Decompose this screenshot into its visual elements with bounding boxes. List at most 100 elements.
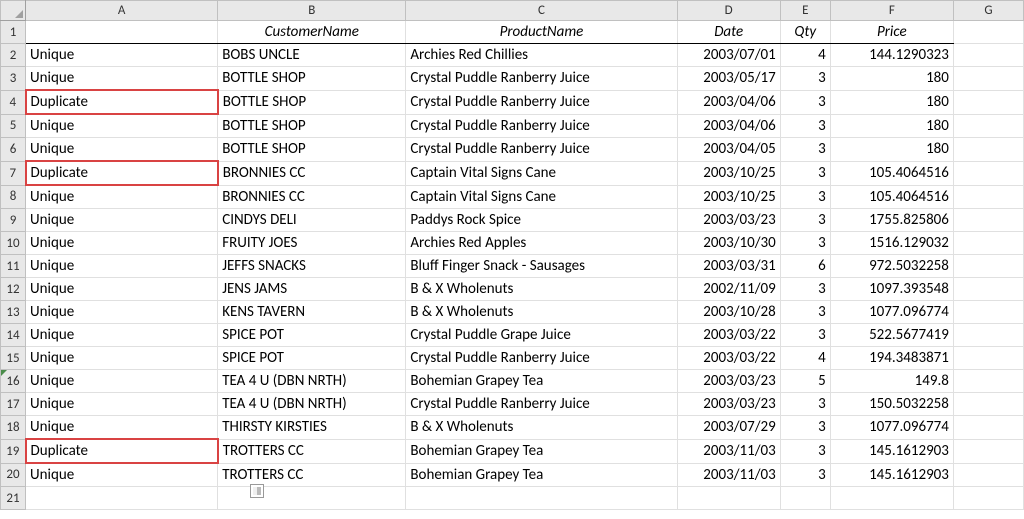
row-header-14[interactable]: 14	[1, 324, 26, 347]
cell-product[interactable]: Bohemian Grapey Tea	[406, 370, 677, 393]
cell-qty[interactable]: 3	[780, 393, 830, 416]
cell-price[interactable]: 180	[830, 67, 953, 91]
cell-price[interactable]: 972.5032258	[830, 255, 953, 278]
cell-qty[interactable]: 3	[780, 416, 830, 440]
cell-empty[interactable]	[953, 44, 1023, 67]
select-all-corner[interactable]	[1, 1, 26, 21]
cell-price[interactable]: 149.8	[830, 370, 953, 393]
cell-date[interactable]: 2003/05/17	[677, 67, 780, 91]
cell-customer[interactable]: BOBS UNCLE	[218, 44, 406, 67]
cell-qty[interactable]: 3	[780, 278, 830, 301]
cell-qty[interactable]: 3	[780, 90, 830, 114]
cell-qty[interactable]: 3	[780, 138, 830, 162]
cell-price[interactable]: 150.5032258	[830, 393, 953, 416]
cell-date[interactable]: 2003/11/03	[677, 463, 780, 487]
cell-price[interactable]: 194.3483871	[830, 347, 953, 370]
cell-qty[interactable]: 3	[780, 324, 830, 347]
cell-status[interactable]: Duplicate	[26, 90, 218, 114]
cell-product[interactable]: B & X Wholenuts	[406, 301, 677, 324]
column-header-F[interactable]: F	[830, 1, 953, 21]
cell-date[interactable]: 2003/03/31	[677, 255, 780, 278]
cell-status[interactable]: Unique	[26, 255, 218, 278]
cell-qty[interactable]: 5	[780, 370, 830, 393]
cell-status[interactable]: Unique	[26, 463, 218, 487]
cell-customer[interactable]: KENS TAVERN	[218, 301, 406, 324]
cell-date[interactable]: 2003/07/29	[677, 416, 780, 440]
row-header-11[interactable]: 11	[1, 255, 26, 278]
column-header-C[interactable]: C	[406, 1, 677, 21]
cell-empty[interactable]	[953, 487, 1023, 510]
cell-empty[interactable]	[953, 209, 1023, 232]
cell-customer[interactable]: CINDYS DELI	[218, 209, 406, 232]
cell-date[interactable]: 2003/10/30	[677, 232, 780, 255]
row-header-7[interactable]: 7	[1, 161, 26, 185]
cell-qty[interactable]: 3	[780, 209, 830, 232]
cell-price[interactable]: 144.1290323	[830, 44, 953, 67]
cell-customer[interactable]: BOTTLE SHOP	[218, 90, 406, 114]
cell-customer[interactable]: JENS JAMS	[218, 278, 406, 301]
spreadsheet-grid[interactable]: A B C D E F G 1CustomerNameProductNameDa…	[0, 0, 1024, 510]
cell-product[interactable]: Crystal Puddle Ranberry Juice	[406, 138, 677, 162]
cell-date[interactable]: 2003/03/23	[677, 370, 780, 393]
cell-status[interactable]: Unique	[26, 67, 218, 91]
cell-qty[interactable]: 3	[780, 301, 830, 324]
cell-product[interactable]: Captain Vital Signs Cane	[406, 185, 677, 209]
cell-status[interactable]: Unique	[26, 416, 218, 440]
cell-status[interactable]: Unique	[26, 393, 218, 416]
cell-empty[interactable]	[953, 347, 1023, 370]
cell-empty[interactable]	[953, 255, 1023, 278]
cell-price[interactable]: 1097.393548	[830, 278, 953, 301]
cell-qty[interactable]: 6	[780, 255, 830, 278]
cell-empty[interactable]	[218, 487, 406, 510]
cell-empty[interactable]	[953, 393, 1023, 416]
cell-price[interactable]: 105.4064516	[830, 185, 953, 209]
cell-date[interactable]: 2003/03/23	[677, 393, 780, 416]
cell-date[interactable]: 2003/04/06	[677, 90, 780, 114]
cell-empty[interactable]	[26, 487, 218, 510]
row-header-18[interactable]: 18	[1, 416, 26, 440]
cell-status[interactable]: Unique	[26, 347, 218, 370]
cell-product[interactable]: Captain Vital Signs Cane	[406, 161, 677, 185]
cell-customer[interactable]: SPICE POT	[218, 347, 406, 370]
cell-customer[interactable]: SPICE POT	[218, 324, 406, 347]
row-header-17[interactable]: 17	[1, 393, 26, 416]
row-header-1[interactable]: 1	[1, 21, 26, 44]
cell-customer[interactable]: JEFFS SNACKS	[218, 255, 406, 278]
cell-product[interactable]: Bohemian Grapey Tea	[406, 439, 677, 463]
cell-qty[interactable]: 3	[780, 185, 830, 209]
cell-empty[interactable]	[953, 370, 1023, 393]
row-header-9[interactable]: 9	[1, 209, 26, 232]
cell-G1[interactable]	[953, 21, 1023, 44]
cell-product[interactable]: Bluff Finger Snack - Sausages	[406, 255, 677, 278]
cell-date[interactable]: 2002/11/09	[677, 278, 780, 301]
cell-price[interactable]: 1516.129032	[830, 232, 953, 255]
cell-price[interactable]: 145.1612903	[830, 463, 953, 487]
cell-status[interactable]: Unique	[26, 301, 218, 324]
row-header-21[interactable]: 21	[1, 487, 26, 510]
column-header-G[interactable]: G	[953, 1, 1023, 21]
cell-status[interactable]: Unique	[26, 114, 218, 138]
cell-date[interactable]: 2003/10/25	[677, 161, 780, 185]
row-header-5[interactable]: 5	[1, 114, 26, 138]
row-header-13[interactable]: 13	[1, 301, 26, 324]
cell-empty[interactable]	[953, 185, 1023, 209]
cell-product[interactable]: Archies Red Chillies	[406, 44, 677, 67]
cell-status[interactable]: Unique	[26, 138, 218, 162]
cell-price[interactable]: 180	[830, 90, 953, 114]
cell-customer[interactable]: BRONNIES CC	[218, 161, 406, 185]
row-header-8[interactable]: 8	[1, 185, 26, 209]
cell-price[interactable]: 180	[830, 138, 953, 162]
cell-qty[interactable]: 3	[780, 439, 830, 463]
cell-empty[interactable]	[953, 324, 1023, 347]
cell-customer[interactable]: TROTTERS CC	[218, 463, 406, 487]
cell-product[interactable]: B & X Wholenuts	[406, 278, 677, 301]
cell-customer[interactable]: TROTTERS CC	[218, 439, 406, 463]
cell-status[interactable]: Duplicate	[26, 161, 218, 185]
cell-date[interactable]: 2003/03/23	[677, 209, 780, 232]
row-header-19[interactable]: 19	[1, 439, 26, 463]
cell-A1[interactable]	[26, 21, 218, 44]
cell-price[interactable]: 1755.825806	[830, 209, 953, 232]
row-header-12[interactable]: 12	[1, 278, 26, 301]
cell-empty[interactable]	[953, 90, 1023, 114]
cell-C1[interactable]: ProductName	[406, 21, 677, 44]
